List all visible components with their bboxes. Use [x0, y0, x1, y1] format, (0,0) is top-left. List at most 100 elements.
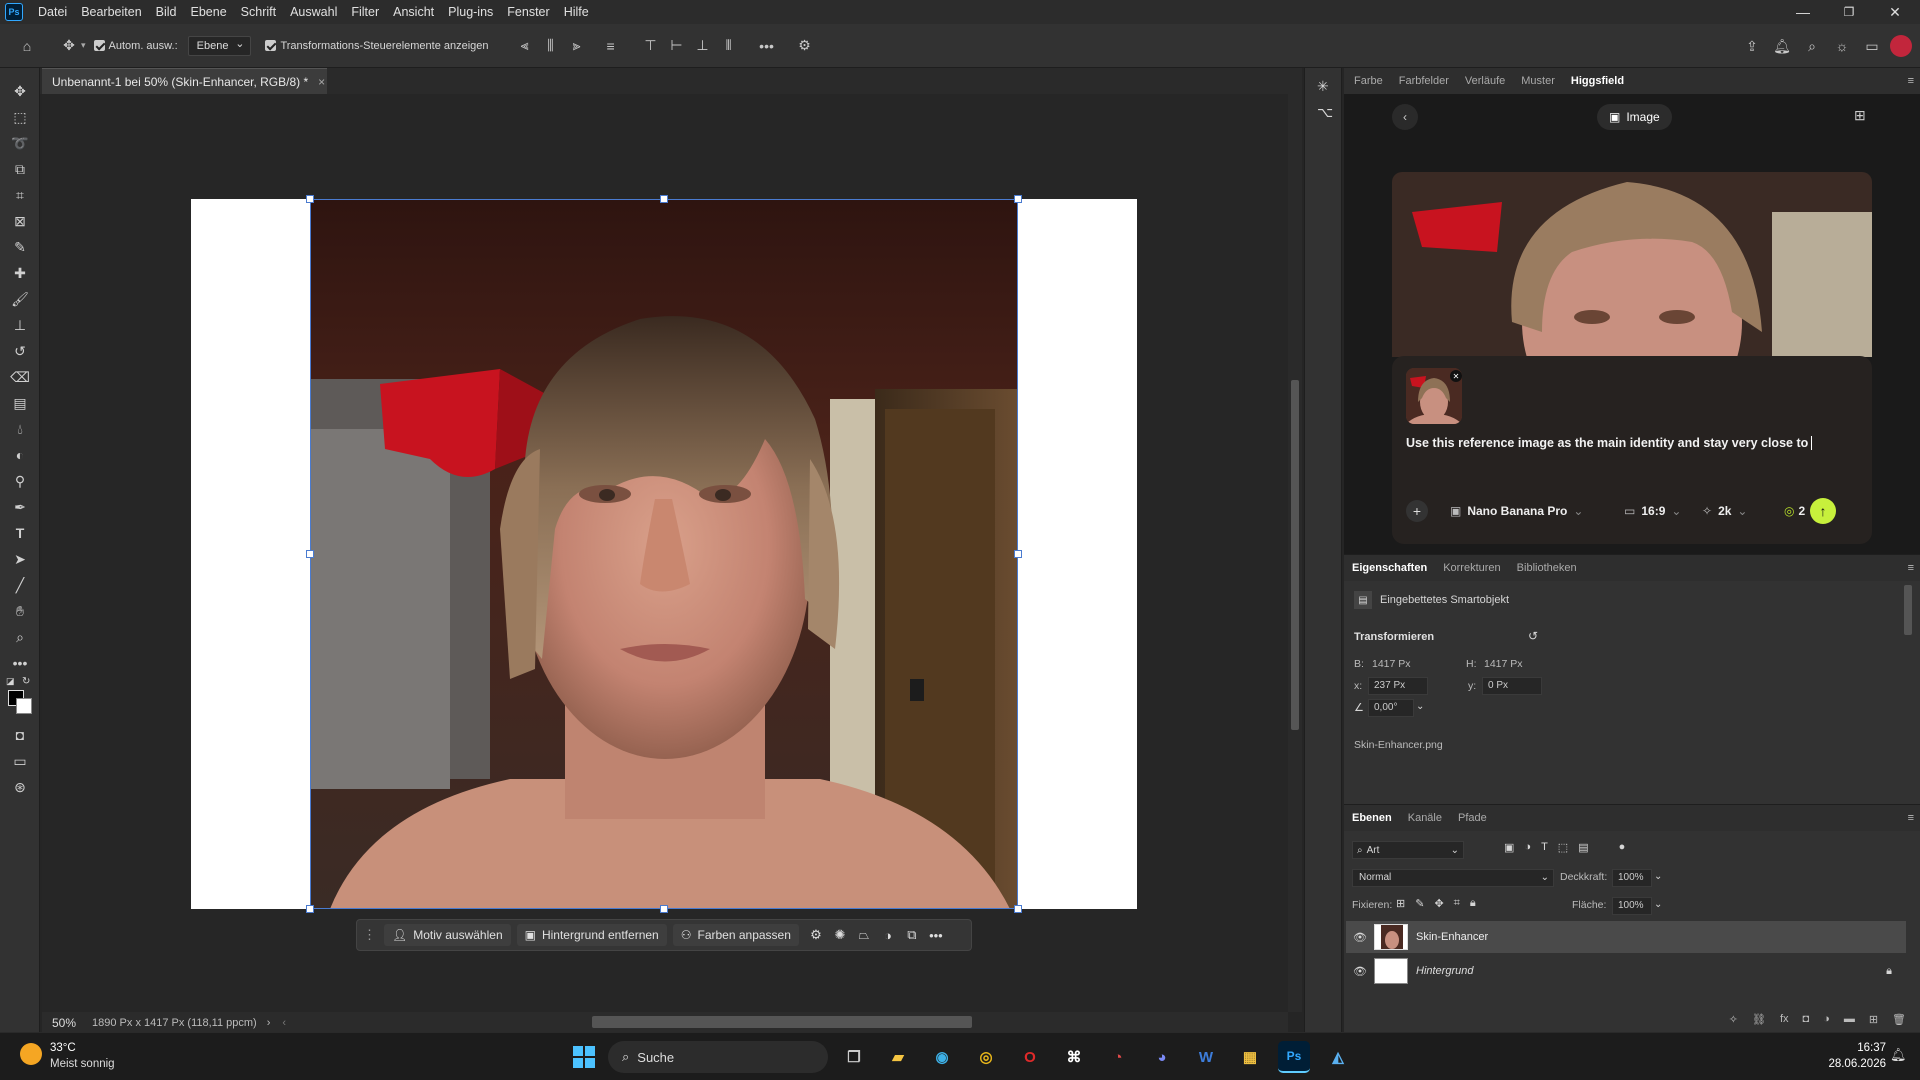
gear-icon[interactable]: ⚙	[793, 34, 817, 58]
transform-handle[interactable]	[306, 905, 314, 913]
default-colors-icon[interactable]: ◪	[6, 676, 15, 687]
adjustment-icon[interactable]: ◑	[877, 924, 899, 946]
dodge-tool-icon[interactable]: ◐	[0, 442, 40, 468]
generative-layer-icon[interactable]: ✧	[1729, 1013, 1738, 1026]
angle-field[interactable]: 0,00°	[1368, 699, 1414, 717]
generative-panel-icon[interactable]: ✳	[1317, 78, 1329, 95]
type-tool-icon[interactable]: T	[0, 520, 40, 546]
prompt-input[interactable]: Use this reference image as the main ide…	[1406, 436, 1856, 450]
healing-brush-tool-icon[interactable]: ✚	[0, 260, 40, 286]
distribute-vertical-icon[interactable]: ⦀	[717, 34, 741, 58]
chevron-down-icon[interactable]: ⌄	[1654, 899, 1662, 910]
align-top-icon[interactable]: ⊤	[639, 34, 663, 58]
menu-fenster[interactable]: Fenster	[500, 0, 556, 24]
transform-handle[interactable]	[660, 905, 668, 913]
panel-menu-icon[interactable]: ≡	[1908, 75, 1914, 87]
tab-farbfelder[interactable]: Farbfelder	[1391, 68, 1457, 94]
align-middle-icon[interactable]: ⊢	[665, 34, 689, 58]
media-icon[interactable]: ◔	[1102, 1041, 1134, 1073]
burn-tool-icon[interactable]: ⚲	[0, 468, 40, 494]
x-field[interactable]: 237 Px	[1368, 677, 1428, 695]
opacity-field[interactable]: 100%	[1612, 869, 1652, 887]
word-icon[interactable]: W	[1190, 1041, 1222, 1073]
panel-menu-icon[interactable]: ≡	[1908, 562, 1914, 574]
generative-icon[interactable]: ⊛	[0, 774, 40, 800]
crop-tool-icon[interactable]: ⌗	[0, 182, 40, 208]
tab-korrekturen[interactable]: Korrekturen	[1435, 555, 1508, 581]
zoom-tool-icon[interactable]: ⌕	[0, 624, 40, 650]
y-field[interactable]: 0 Px	[1482, 677, 1542, 695]
chevron-down-icon[interactable]: ⌄	[1416, 701, 1424, 712]
tab-higgsfield[interactable]: Higgsfield	[1563, 68, 1632, 94]
move-tool-icon[interactable]: ✥	[57, 34, 81, 58]
tab-verlaeufe[interactable]: Verläufe	[1457, 68, 1513, 94]
search-icon[interactable]: ⌕	[1800, 34, 1824, 58]
smart-object-filter-icon[interactable]: ▤	[1578, 841, 1588, 854]
hand-tool-icon[interactable]: ✋︎	[0, 598, 40, 624]
transform-handle[interactable]	[1014, 195, 1022, 203]
chevron-left-icon[interactable]: ‹	[282, 1017, 286, 1029]
horizontal-scrollbar[interactable]	[592, 1016, 972, 1028]
transform-handle[interactable]	[306, 550, 314, 558]
type-filter-icon[interactable]: T	[1541, 841, 1548, 854]
history-brush-tool-icon[interactable]: ↺	[0, 338, 40, 364]
gradient-tool-icon[interactable]: ▤	[0, 390, 40, 416]
more-tools-icon[interactable]: •••	[0, 650, 40, 676]
new-layer-icon[interactable]: ⊞	[1869, 1013, 1878, 1026]
more-options-icon[interactable]: •••	[925, 924, 947, 946]
lasso-tool-icon[interactable]: ➰	[0, 130, 40, 156]
workspace-icon[interactable]: ▭	[1860, 34, 1884, 58]
bell-icon[interactable]: 🔔︎	[1770, 34, 1794, 58]
windows-start-icon[interactable]	[568, 1041, 600, 1073]
frame-tool-icon[interactable]: ⊠	[0, 208, 40, 234]
quick-mask-icon[interactable]: ◘	[0, 722, 40, 748]
minimize-icon[interactable]: —	[1780, 0, 1826, 24]
tab-muster[interactable]: Muster	[1513, 68, 1563, 94]
back-button[interactable]: ‹	[1392, 104, 1418, 130]
photoshop-taskbar-icon[interactable]: Ps	[1278, 1041, 1310, 1073]
eyedropper-tool-icon[interactable]: ✎	[0, 234, 40, 260]
pen-tool-icon[interactable]: ✒	[0, 494, 40, 520]
sparkle-icon[interactable]: ✺	[829, 924, 851, 946]
properties-scrollbar[interactable]	[1904, 585, 1912, 635]
adjust-colors-button[interactable]: ⚇ Farben anpassen	[672, 924, 799, 946]
aspect-dropdown[interactable]: ▭ 16:9 ⌄	[1624, 504, 1681, 518]
lock-all-icon[interactable]: 🔒︎	[1470, 897, 1476, 910]
menu-hilfe[interactable]: Hilfe	[557, 0, 596, 24]
app-icon[interactable]: ⌘	[1058, 1041, 1090, 1073]
taskbar-search[interactable]: ⌕ Suche	[608, 1041, 828, 1073]
trash-icon[interactable]: 🗑︎	[1892, 1013, 1906, 1026]
generate-button[interactable]: ↑	[1810, 498, 1836, 524]
reset-transform-icon[interactable]: ↺	[1528, 629, 1538, 643]
filter-toggle-icon[interactable]: ●	[1619, 841, 1626, 854]
brush-tool-icon[interactable]: 🖌︎	[0, 286, 40, 312]
select-subject-button[interactable]: 👤︎ Motiv auswählen	[384, 924, 511, 946]
more-options-icon[interactable]: •••	[755, 34, 779, 58]
link-icon[interactable]: ⛓︎	[1752, 1013, 1766, 1026]
align-center-icon[interactable]: ⫼	[539, 34, 563, 58]
tab-kanaele[interactable]: Kanäle	[1400, 805, 1450, 831]
layer-style-icon[interactable]: ⧉	[901, 924, 923, 946]
line-tool-icon[interactable]: ╱	[0, 572, 40, 598]
opera-icon[interactable]: O	[1014, 1041, 1046, 1073]
menu-bild[interactable]: Bild	[149, 0, 184, 24]
transform-handle[interactable]	[306, 195, 314, 203]
swap-colors-icon[interactable]: ↻	[22, 676, 30, 687]
document-tab[interactable]: Unbenannt-1 bei 50% (Skin-Enhancer, RGB/…	[42, 68, 327, 94]
menu-datei[interactable]: Datei	[31, 0, 74, 24]
lock-transparency-icon[interactable]: ⊞	[1396, 897, 1405, 910]
tab-bibliotheken[interactable]: Bibliotheken	[1509, 555, 1585, 581]
auto-select-target-dropdown[interactable]: Ebene	[187, 35, 252, 56]
warp-icon[interactable]: ⏢	[853, 924, 875, 946]
remove-reference-icon[interactable]: ✕	[1450, 370, 1462, 382]
adjustment-filter-icon[interactable]: ◑	[1524, 841, 1531, 854]
weather-icon[interactable]	[20, 1043, 42, 1065]
restore-icon[interactable]: ❐	[1826, 0, 1872, 24]
edge-icon[interactable]: ◉	[926, 1041, 958, 1073]
distribute-icon[interactable]: ≡	[599, 34, 623, 58]
menu-ebene[interactable]: Ebene	[184, 0, 234, 24]
chevron-down-icon[interactable]: ⌄	[1654, 871, 1662, 882]
layer-row-skin-enhancer[interactable]: 👁︎ Skin-Enhancer	[1346, 921, 1906, 953]
notification-icon[interactable]: 🔔︎	[1890, 1047, 1907, 1063]
align-bottom-icon[interactable]: ⊥	[691, 34, 715, 58]
